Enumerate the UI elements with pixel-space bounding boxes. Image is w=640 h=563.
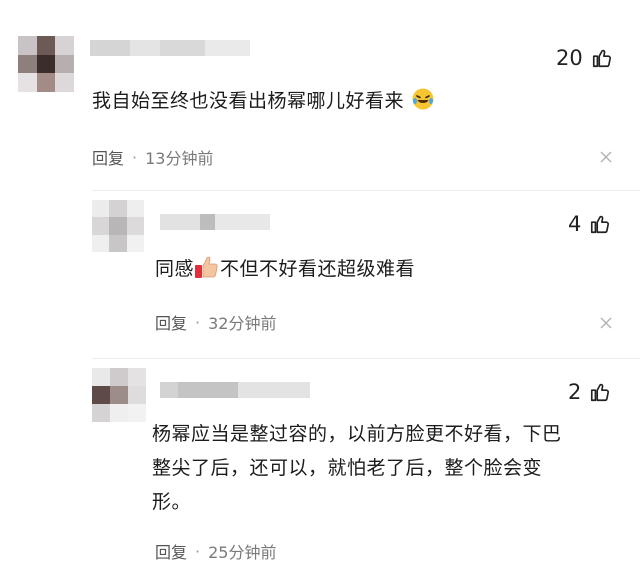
divider [92,358,640,359]
reply-button[interactable]: 回复 [155,539,187,563]
like-button[interactable]: 4 [568,212,611,236]
reply-button[interactable]: 回复 [155,310,187,334]
separator-dot: · [132,147,138,167]
comment-meta: 回复 · 32分钟前 [155,310,276,334]
close-icon[interactable] [600,151,612,163]
like-count: 20 [556,46,583,70]
timestamp: 32分钟前 [208,314,277,333]
comment-meta: 回复 · 13分钟前 [92,145,213,169]
timestamp: 25分钟前 [208,543,277,562]
close-icon[interactable] [600,317,612,329]
avatar[interactable] [92,368,146,422]
comment-text: 我自始至终也没看出杨幂哪儿好看来 [92,84,435,118]
comment-text-line: 整尖了后，还可以，就怕老了后，整个脸会变 [152,457,543,479]
comment-2: 4 同感 不但不好看还超级难看 回复 · 32分钟前 [0,190,640,360]
comment-text-line: 杨幂应当是整过容的，以前方脸更不好看，下巴 [152,423,562,445]
like-button[interactable]: 2 [568,380,611,404]
like-button[interactable]: 20 [556,46,613,70]
username-blurred[interactable] [160,214,270,230]
comment-text: 同感 不但不好看还超级难看 [155,252,415,286]
thumbs-up-icon [591,383,610,402]
comment-meta: 回复 · 25分钟前 [155,539,276,563]
comment-text: 杨幂应当是整过容的，以前方脸更不好看，下巴 整尖了后，还可以，就怕老了后，整个脸… [152,417,622,519]
like-count: 2 [568,380,582,404]
avatar[interactable] [18,36,74,92]
username-blurred[interactable] [90,40,250,56]
username-blurred[interactable] [160,382,310,398]
comment-1: 20 我自始至终也没看出杨幂哪儿好看来 回复 · 13分钟前 [0,0,640,190]
like-count: 4 [568,212,582,236]
avatar[interactable] [92,200,144,252]
comment-3: 2 杨幂应当是整过容的，以前方脸更不好看，下巴 整尖了后，还可以，就怕老了后，整… [0,360,640,563]
timestamp: 13分钟前 [145,149,214,168]
reply-button[interactable]: 回复 [92,145,124,169]
laughing-crying-emoji-icon [412,88,434,110]
comment-text-line: 形。 [152,491,192,513]
separator-dot: · [195,541,201,561]
thumbs-up-icon [592,49,611,68]
thumbs-up-emoji-icon [195,256,218,278]
thumbs-up-icon [591,215,610,234]
separator-dot: · [195,312,201,332]
